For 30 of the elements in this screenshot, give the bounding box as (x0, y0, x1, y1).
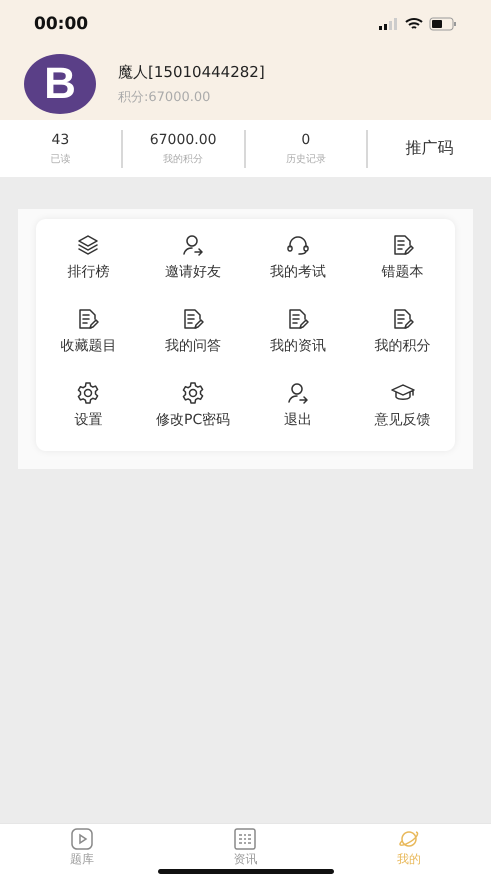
signal-icon (379, 18, 399, 30)
menu-item[interactable]: 我的积分 (350, 307, 455, 355)
settings-icon (75, 381, 102, 405)
settings-icon (180, 381, 206, 405)
points-text: 积分:67000.00 (118, 88, 212, 106)
menu-item[interactable]: 我的问答 (140, 307, 246, 355)
stat-label: 历史记录 (286, 152, 326, 166)
status-time: 00:00 (34, 14, 88, 34)
stat-value: 67000.00 (150, 132, 217, 148)
user-name: 魔人[15010444282] (118, 62, 265, 82)
play-icon (68, 827, 95, 851)
menu-item[interactable]: 我的考试 (246, 233, 350, 281)
grid-icon (232, 827, 258, 851)
menu-item[interactable]: 修改PC密码 (140, 381, 246, 429)
menu-item[interactable]: 退出 (246, 381, 350, 429)
menu-item[interactable]: 设置 (36, 381, 141, 429)
stat-value: 43 (51, 132, 70, 148)
menu-item[interactable]: 我的资讯 (246, 307, 350, 355)
avatar: B (24, 54, 96, 114)
menu-item[interactable]: 排行榜 (36, 233, 141, 281)
menu-item[interactable]: 邀请好友 (140, 233, 246, 281)
promo-code-link[interactable]: 推广码 (406, 126, 454, 171)
menu-item[interactable]: 错题本 (350, 233, 455, 281)
menu-item[interactable]: 收藏题目 (36, 307, 141, 355)
stat-value: 0 (301, 132, 310, 148)
wifi-icon (405, 17, 423, 31)
menu-item[interactable]: 意见反馈 (350, 381, 455, 429)
stat-label: 我的积分 (163, 152, 204, 166)
stat-label: 已读 (50, 152, 70, 166)
battery-icon (429, 17, 457, 31)
